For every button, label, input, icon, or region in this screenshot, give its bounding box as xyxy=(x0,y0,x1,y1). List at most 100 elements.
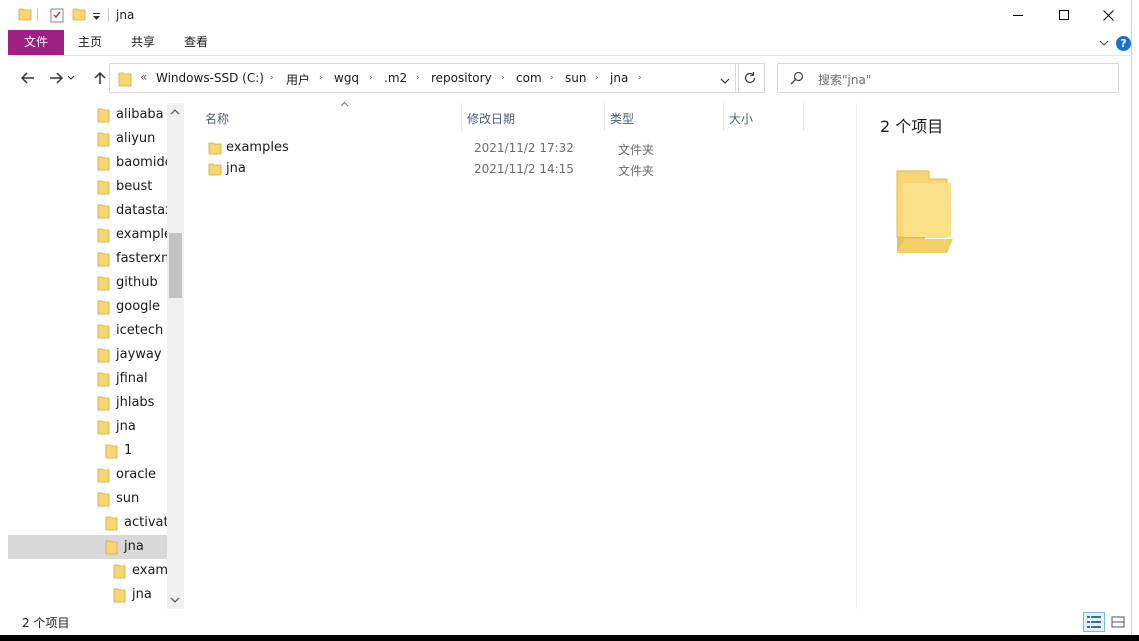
chevron-right-icon[interactable]: › xyxy=(501,73,505,83)
folder-icon xyxy=(97,324,110,342)
large-folder-icon xyxy=(895,169,957,258)
tab-home[interactable]: 主页 xyxy=(70,30,110,55)
tree-item[interactable]: jhlabs xyxy=(8,391,167,415)
search-placeholder[interactable]: 搜索"jna" xyxy=(818,71,871,88)
breadcrumb-sun[interactable]: sun xyxy=(565,71,586,85)
scrollbar-thumb[interactable] xyxy=(169,233,182,298)
close-button[interactable] xyxy=(1085,0,1131,30)
column-header-type[interactable]: 类型 xyxy=(605,103,724,131)
column-header-name[interactable]: 名称 xyxy=(200,100,462,131)
folder-icon xyxy=(97,204,110,222)
up-button[interactable] xyxy=(90,68,110,88)
tree-item-label: baomidou xyxy=(116,155,167,170)
scroll-up-icon[interactable] xyxy=(170,105,180,119)
forward-button[interactable] xyxy=(46,68,66,88)
status-item-count: 2 个项目 xyxy=(22,616,70,630)
breadcrumb-repository[interactable]: repository xyxy=(431,71,492,85)
tree-item[interactable]: oracle xyxy=(8,463,167,487)
tree-item-label: alibaba xyxy=(116,107,164,122)
tree-item-label: example xyxy=(116,227,167,242)
tree-item[interactable]: beust xyxy=(8,175,167,199)
chevron-right-icon[interactable]: › xyxy=(416,73,420,83)
navigation-pane: alibaba aliyun baomidou beust datastax exampl… xyxy=(8,103,184,609)
tab-view[interactable]: 查看 xyxy=(176,30,216,55)
search-box[interactable]: 搜索"jna" xyxy=(777,63,1119,93)
properties-icon[interactable] xyxy=(50,7,64,26)
maximize-button[interactable] xyxy=(1041,0,1087,30)
tree-item[interactable]: google xyxy=(8,295,167,319)
new-folder-icon[interactable] xyxy=(72,7,86,24)
file-row[interactable]: examples 2021/11/2 17:32 文件夹 xyxy=(204,137,834,158)
back-button[interactable] xyxy=(18,68,38,88)
tree-item[interactable]: jna xyxy=(8,535,167,559)
tree-item[interactable]: 1 xyxy=(8,439,167,463)
chevron-right-icon[interactable]: › xyxy=(369,73,373,83)
ribbon-tabs: 文件 主页 共享 查看 ? xyxy=(8,30,1131,56)
recent-locations-button[interactable] xyxy=(66,68,76,88)
details-view-icon xyxy=(1087,616,1101,628)
help-icon[interactable]: ? xyxy=(1116,36,1131,51)
column-header-size[interactable]: 大小 xyxy=(724,103,804,131)
minimize-button[interactable] xyxy=(995,0,1041,30)
tree-item-label: google xyxy=(116,299,161,314)
tree-item[interactable]: github xyxy=(8,271,167,295)
chevron-right-icon[interactable]: › xyxy=(270,73,274,83)
details-pane: 2 个项目 xyxy=(857,103,1131,609)
tree-item-label: jna xyxy=(116,419,136,434)
folder-icon xyxy=(208,141,222,158)
address-bar[interactable]: « Windows-SSD (C:) › 用户 › wgq › .m2 › re… xyxy=(109,63,739,93)
file-row[interactable]: jna 2021/11/2 14:15 文件夹 xyxy=(204,158,834,179)
chevron-right-icon[interactable]: › xyxy=(550,73,554,83)
column-date-label: 修改日期 xyxy=(467,112,516,126)
refresh-button[interactable] xyxy=(735,63,765,93)
tree-item-label: fasterxml xyxy=(116,251,167,266)
chevron-down-icon[interactable] xyxy=(720,74,730,88)
tree-item[interactable]: jna xyxy=(8,415,167,439)
chevron-right-icon[interactable]: › xyxy=(638,73,642,83)
column-header-date[interactable]: 修改日期 xyxy=(462,103,605,131)
scroll-down-icon[interactable] xyxy=(170,593,180,607)
tree-item-label: jayway xyxy=(116,347,162,362)
tree-item[interactable]: examples xyxy=(8,559,167,583)
large-icons-view-button[interactable] xyxy=(1107,612,1129,632)
breadcrumb-jna[interactable]: jna xyxy=(610,71,628,85)
sort-ascending-icon xyxy=(340,100,349,110)
folder-icon xyxy=(97,252,110,270)
tree-item[interactable]: fasterxml xyxy=(8,247,167,271)
item-count: 2 个项目 xyxy=(880,117,944,136)
breadcrumb-wgq[interactable]: wgq xyxy=(334,71,359,85)
tree-item[interactable]: example xyxy=(8,223,167,247)
tree-scrollbar[interactable] xyxy=(167,103,184,609)
tree-item[interactable]: aliyun xyxy=(8,127,167,151)
tree-item[interactable]: jayway xyxy=(8,343,167,367)
customize-quick-access-icon[interactable] xyxy=(92,10,101,24)
breadcrumb-com[interactable]: com xyxy=(516,71,542,85)
tree-item[interactable]: alibaba xyxy=(8,103,167,127)
tree-item[interactable]: datastax xyxy=(8,199,167,223)
screen-bottom-edge xyxy=(0,635,1139,641)
tree-item[interactable]: jna xyxy=(8,583,167,607)
tree-item[interactable]: sun xyxy=(8,487,167,511)
tree-item[interactable]: activation xyxy=(8,511,167,535)
window-right-edge xyxy=(1131,0,1139,635)
tree-item[interactable]: icetech xyxy=(8,319,167,343)
tree-item[interactable]: baomidou xyxy=(8,151,167,175)
refresh-icon xyxy=(744,72,756,84)
breadcrumb-m2[interactable]: .m2 xyxy=(384,71,407,85)
folder-icon xyxy=(97,420,110,438)
breadcrumb-drive[interactable]: Windows-SSD (C:) xyxy=(156,71,264,85)
folder-icon xyxy=(105,444,118,462)
tree-item[interactable]: jfinal xyxy=(8,367,167,391)
chevron-right-icon[interactable]: › xyxy=(595,73,599,83)
chevron-right-icon[interactable]: › xyxy=(319,73,323,83)
folder-icon xyxy=(97,492,110,510)
tab-share[interactable]: 共享 xyxy=(123,30,163,55)
details-view-button[interactable] xyxy=(1083,612,1105,632)
address-overflow[interactable]: « xyxy=(140,70,147,84)
breadcrumb-users[interactable]: 用户 xyxy=(286,71,310,88)
folder-icon xyxy=(113,564,126,582)
navigation-bar: « Windows-SSD (C:) › 用户 › wgq › .m2 › re… xyxy=(8,58,1131,98)
tab-file[interactable]: 文件 xyxy=(8,30,64,55)
file-date: 2021/11/2 17:32 xyxy=(474,141,574,155)
chevron-down-icon[interactable] xyxy=(1099,37,1109,51)
